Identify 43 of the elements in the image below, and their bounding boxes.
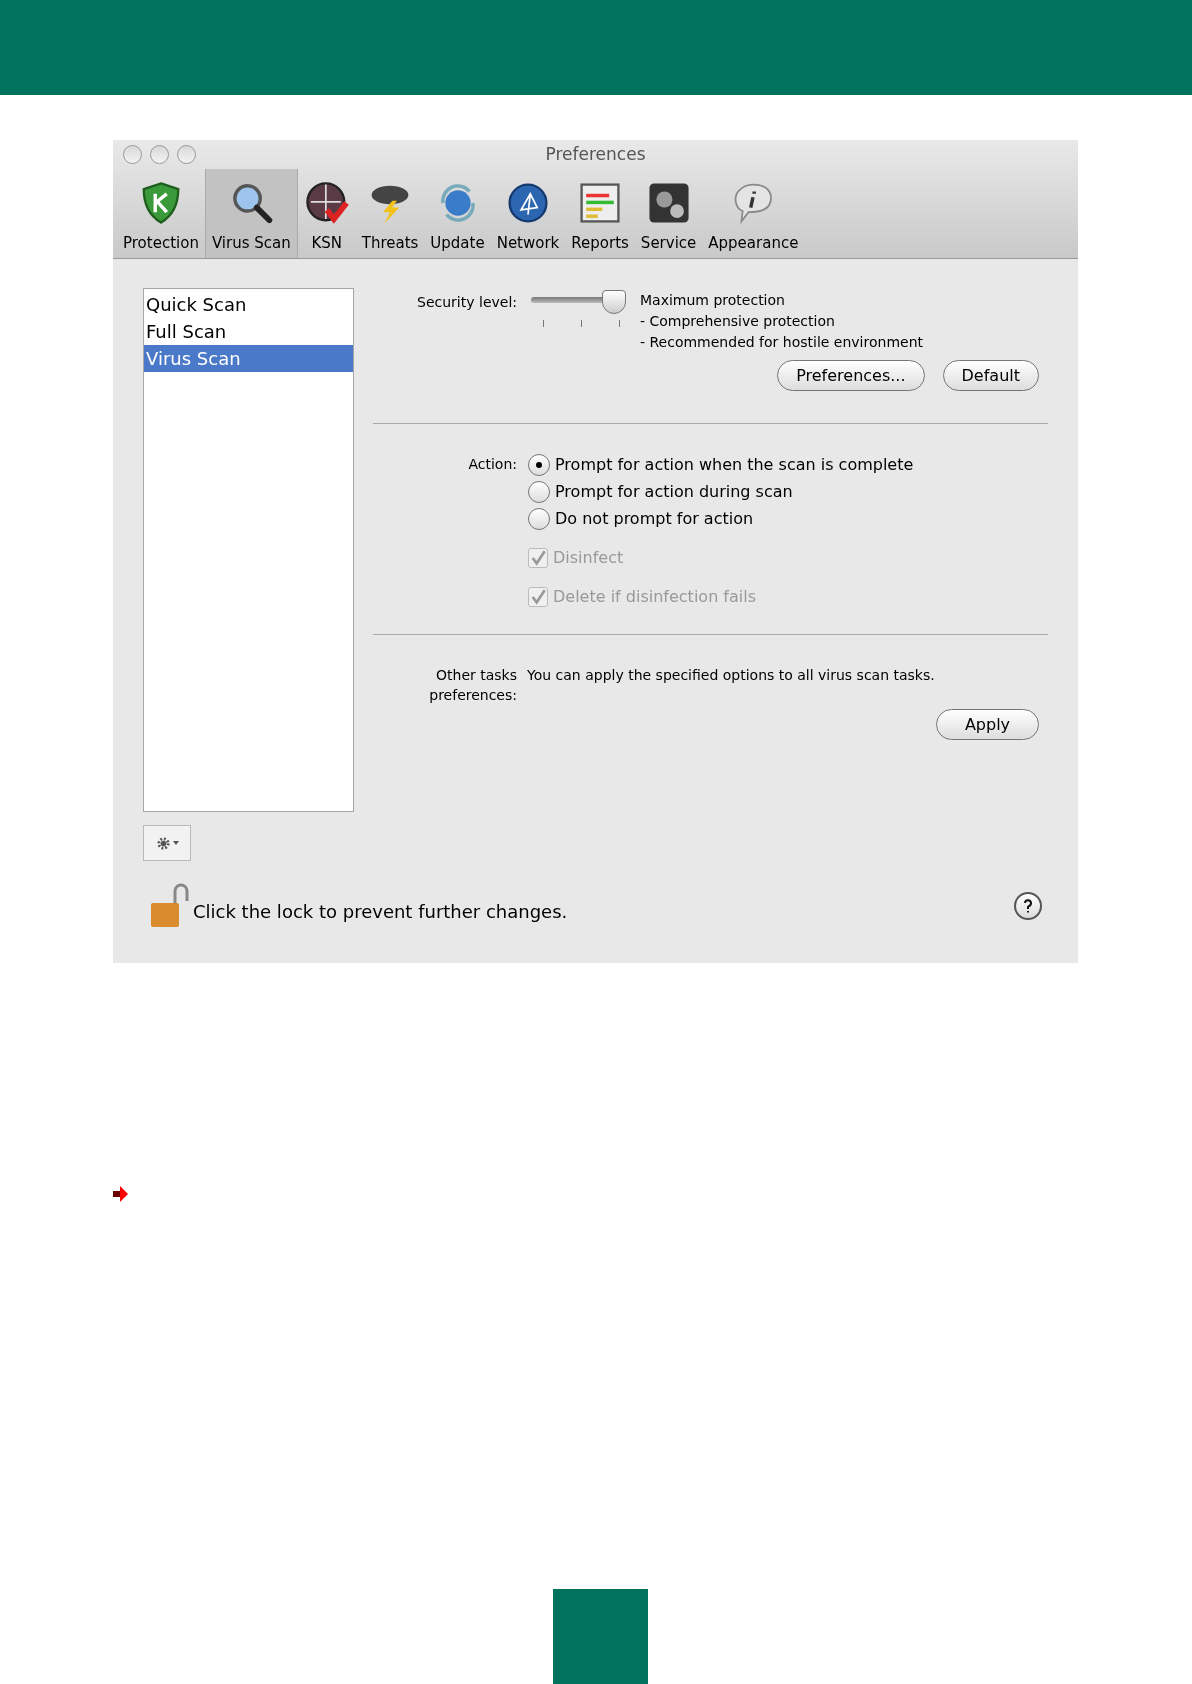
toolbar-tab[interactable]: Threats (355, 169, 425, 258)
window-title: Preferences (545, 142, 646, 166)
toolbar-tab[interactable]: Update (424, 169, 491, 258)
toolbar-tab[interactable]: Appearance (702, 169, 805, 258)
slider-thumb[interactable] (602, 290, 626, 314)
radio-option[interactable]: Prompt for action when the scan is complete (528, 451, 914, 478)
window-control-icon[interactable] (177, 145, 196, 164)
security-description: - Comprehensive protection (640, 312, 836, 331)
other-tasks-text: You can apply the specified options to all virus scan tasks. (527, 666, 935, 685)
lock-text: Click the lock to prevent further changes. (193, 899, 568, 924)
security-description: - Recommended for hostile environment (640, 333, 923, 352)
toolbar-tab[interactable]: Service (634, 169, 703, 258)
gear-icon (155, 835, 171, 851)
lock-icon[interactable] (149, 883, 189, 929)
toolbar-tab[interactable]: KSN (297, 169, 356, 258)
arrow-icon (113, 1186, 129, 1202)
globe-check-icon (303, 179, 350, 226)
window-control-icon[interactable] (150, 145, 169, 164)
radio-option[interactable]: Prompt for action during scan (528, 478, 914, 505)
apply-button[interactable]: Apply (936, 709, 1039, 740)
caret-icon (172, 841, 179, 845)
other-tasks-label: Other tasks preferences: (428, 666, 518, 705)
radio-option[interactable]: Do not prompt for action (528, 505, 914, 532)
window-control-icon[interactable] (123, 145, 142, 164)
preferences-button[interactable]: Preferences... (777, 360, 925, 391)
task-list-item[interactable]: Quick Scan (144, 291, 353, 318)
gear-menu-button[interactable] (143, 825, 191, 861)
toolbar-tab[interactable]: Network (490, 169, 566, 258)
preferences-button[interactable]: Default (942, 360, 1039, 391)
action-label: Action: (467, 455, 518, 474)
task-list-item[interactable]: Full Scan (144, 318, 353, 345)
task-list-item[interactable]: Virus Scan (144, 345, 353, 372)
security-slider[interactable] (531, 290, 626, 328)
toolbar-tab[interactable]: Reports (565, 169, 635, 258)
toolbar-tab[interactable]: Protection (117, 169, 205, 258)
toolbar-tab[interactable]: Virus Scan (204, 169, 298, 258)
radio-icon[interactable] (528, 453, 550, 476)
security-description: Maximum protection (640, 291, 786, 310)
security-level-label: Security level: (416, 293, 518, 312)
help-icon (1023, 899, 1033, 913)
radio-icon[interactable] (528, 480, 550, 503)
radio-icon[interactable] (528, 507, 550, 530)
help-button[interactable] (1014, 892, 1042, 920)
